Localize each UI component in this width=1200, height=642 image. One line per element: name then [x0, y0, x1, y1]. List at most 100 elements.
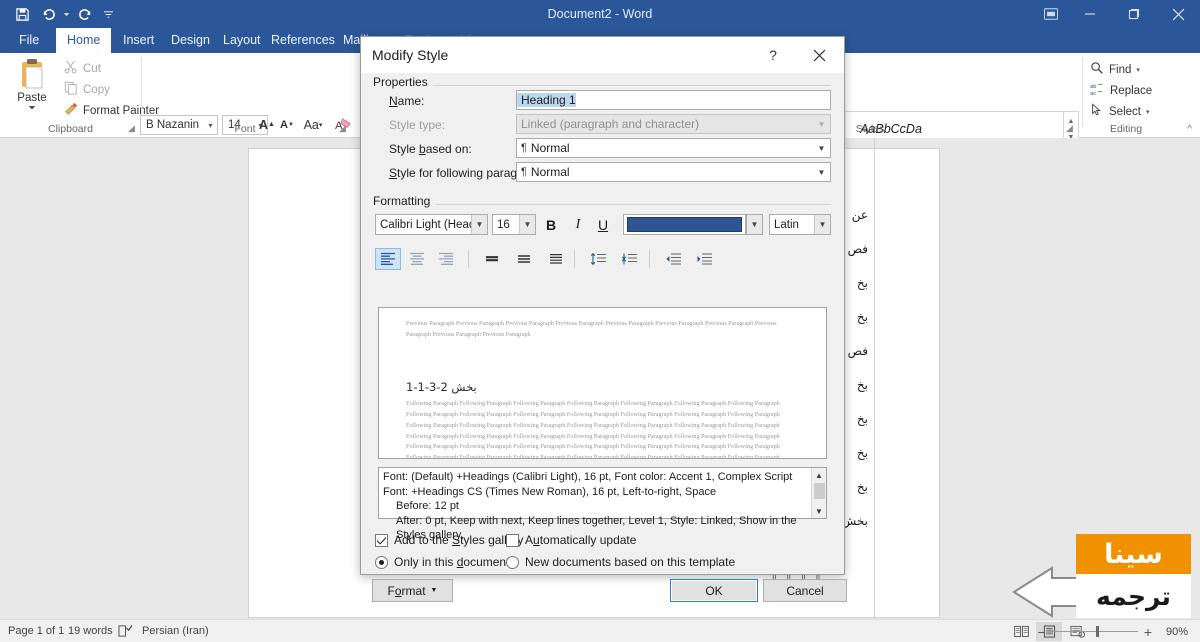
read-mode-icon[interactable] — [1008, 622, 1034, 641]
toolbar-separator — [574, 250, 575, 268]
zoom-slider[interactable] — [1051, 626, 1138, 637]
radio-button[interactable] — [506, 555, 519, 569]
zoom-out-icon[interactable]: − — [1038, 624, 1046, 640]
zoom-slider-thumb[interactable] — [1095, 626, 1099, 637]
language-indicator[interactable]: Persian (Iran) — [142, 620, 209, 642]
tab-insert[interactable]: Insert — [112, 28, 165, 53]
chevron-down-icon[interactable]: ▼ — [471, 215, 487, 234]
only-in-this-document-label: Only in this document — [394, 555, 510, 569]
caret-down-icon: ▼ — [430, 587, 438, 594]
chevron-down-icon[interactable]: ▼ — [813, 139, 830, 157]
line-spacing-double-icon[interactable] — [543, 248, 569, 270]
find-label: Find — [1109, 63, 1132, 76]
tab-file[interactable]: File — [8, 28, 50, 53]
increase-indent-icon[interactable] — [691, 248, 717, 270]
find-caret-icon[interactable]: ▾ — [1136, 66, 1140, 74]
ok-button[interactable]: OK — [670, 579, 758, 602]
chevron-down-icon[interactable]: ▼ — [747, 215, 762, 234]
select-cursor-icon — [1090, 103, 1104, 120]
dialog-font-color-box[interactable] — [623, 214, 746, 235]
radio-button[interactable] — [375, 555, 388, 569]
close-icon[interactable] — [802, 44, 836, 66]
align-center-icon[interactable] — [404, 248, 430, 270]
section-rule — [373, 85, 831, 86]
select-caret-icon[interactable]: ▾ — [1146, 108, 1150, 116]
decrease-indent-icon[interactable] — [660, 248, 686, 270]
underline-icon[interactable]: U — [591, 214, 615, 236]
copy-label: Copy — [83, 83, 110, 96]
close-icon[interactable] — [1156, 0, 1200, 28]
tab-home[interactable]: Home — [56, 28, 112, 53]
new-documents-radio[interactable]: New documents based on this template — [506, 555, 735, 569]
align-right-icon[interactable] — [433, 248, 459, 270]
font-dialog-launcher[interactable]: ◢ — [339, 123, 346, 134]
chevron-down-icon[interactable]: ▼ — [814, 215, 830, 234]
chevron-up-icon[interactable]: ▲ — [812, 468, 826, 482]
automatically-update-label: Automatically update — [525, 533, 637, 547]
collapse-ribbon-icon[interactable]: ^ — [1187, 124, 1192, 135]
description-line-1: Font: (Default) +Headings (Calibri Light… — [383, 471, 793, 498]
increase-space-before-icon[interactable] — [585, 248, 611, 270]
dialog-font-size-box[interactable]: 16 ▼ — [492, 214, 536, 235]
align-left-icon[interactable] — [375, 248, 401, 270]
cut-button[interactable]: Cut — [64, 59, 101, 78]
only-in-this-document-radio[interactable]: Only in this document — [375, 555, 509, 569]
minimize-icon[interactable] — [1068, 0, 1112, 28]
dialog-title-bar[interactable]: Modify Style ? — [361, 37, 844, 73]
italic-icon[interactable]: I — [566, 214, 590, 236]
modify-style-dialog[interactable]: Modify Style ? Properties Name: Heading … — [360, 36, 847, 602]
description-scrollbar[interactable]: ▲ ▼ — [811, 468, 826, 518]
font-color-swatch — [627, 217, 742, 232]
watermark-top: سینا — [1076, 534, 1191, 574]
bold-icon[interactable]: B — [539, 214, 563, 236]
cancel-button[interactable]: Cancel — [763, 579, 847, 602]
format-button[interactable]: Format ▼ — [372, 579, 453, 602]
script-box[interactable]: Latin ▼ — [769, 214, 831, 235]
paste-button[interactable]: Paste — [8, 59, 56, 121]
copy-button[interactable]: Copy — [64, 80, 110, 99]
page-indicator[interactable]: Page 1 of 1 — [8, 620, 64, 642]
automatically-update-checkbox[interactable]: Automatically update — [506, 533, 636, 547]
style-based-on-label: Style based on: — [389, 142, 472, 156]
zoom-level[interactable]: 90% — [1158, 626, 1188, 638]
title-bar: Document2 - Word — [0, 0, 1200, 28]
line-spacing-single-icon[interactable] — [479, 248, 505, 270]
checkbox-box[interactable] — [375, 533, 388, 547]
styles-dialog-launcher[interactable]: ◢ — [1066, 123, 1073, 134]
zoom-in-icon[interactable]: + — [1144, 624, 1152, 640]
ribbon-display-options-icon[interactable] — [1034, 0, 1068, 28]
paste-label: Paste — [17, 92, 47, 104]
zoom-control[interactable]: − + 90% — [1038, 620, 1188, 642]
chevron-down-icon[interactable]: ▼ — [813, 163, 830, 181]
chevron-down-icon[interactable]: ▼ — [519, 215, 535, 234]
group-separator — [1082, 57, 1083, 127]
copy-icon — [64, 81, 78, 98]
style-based-on-dropdown[interactable]: ¶ Normal ▼ — [516, 138, 831, 158]
word-count[interactable]: 19 words — [68, 620, 113, 642]
style-name-input[interactable]: Heading 1 — [516, 90, 831, 110]
name-label: Name: — [389, 94, 425, 108]
line-spacing-1-5-icon[interactable] — [511, 248, 537, 270]
question-mark-icon[interactable]: ? — [760, 44, 786, 66]
style-following-dropdown[interactable]: ¶ Normal ▼ — [516, 162, 831, 182]
document-divider — [874, 138, 875, 619]
dialog-font-name-box[interactable]: Calibri Light (Headin ▼ — [375, 214, 488, 235]
font-color-dropdown-arrow[interactable]: ▼ — [746, 214, 763, 235]
cancel-label: Cancel — [786, 583, 824, 598]
restore-icon[interactable] — [1112, 0, 1156, 28]
dialog-body: Properties Name: Heading 1 Style type: L… — [361, 73, 847, 602]
proofing-errors-icon[interactable] — [118, 624, 133, 642]
style-description-box[interactable]: Font: (Default) +Headings (Calibri Light… — [378, 467, 827, 541]
style-type-value: Linked (paragraph and character) — [521, 117, 700, 131]
decrease-space-before-icon[interactable] — [616, 248, 642, 270]
add-to-styles-gallery-checkbox[interactable]: Add to the Styles gallery — [375, 533, 523, 547]
scrollbar-thumb[interactable] — [814, 483, 825, 499]
chevron-down-icon[interactable]: ▼ — [812, 504, 826, 518]
checkbox-box[interactable] — [506, 533, 519, 547]
svg-text:ab: ab — [1090, 84, 1096, 90]
preview-previous-paragraph: Previous Paragraph Previous Paragraph Pr… — [406, 320, 777, 338]
clipboard-dialog-launcher[interactable]: ◢ — [128, 123, 135, 134]
find-button[interactable]: Find ▾ — [1090, 59, 1140, 80]
replace-button[interactable]: ab ac Replace — [1090, 80, 1152, 101]
select-button[interactable]: Select ▾ — [1090, 101, 1149, 122]
